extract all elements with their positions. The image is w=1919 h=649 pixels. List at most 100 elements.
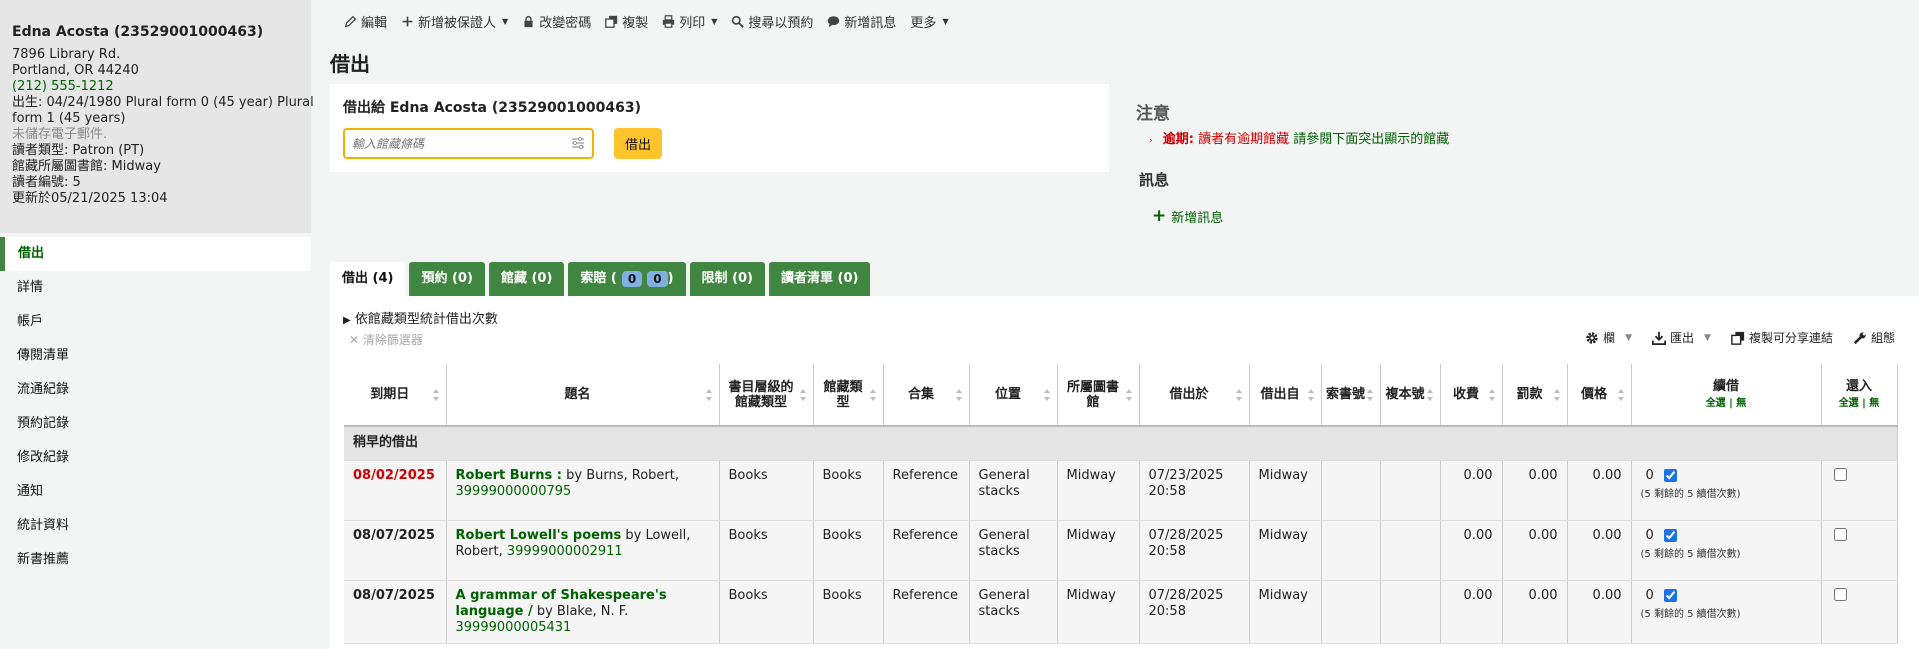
renewals-remaining: (5 剩餘的 5 續借次數) [1640, 608, 1741, 620]
nav-item-notices[interactable]: 通知 [0, 475, 311, 509]
nav-item-routing-lists[interactable]: 傳閱清單 [0, 339, 311, 373]
nav-item-holds-history[interactable]: 預約記錄 [0, 407, 311, 441]
barcode-link[interactable]: 39999000005431 [456, 620, 572, 635]
renew-checkbox[interactable] [1663, 529, 1677, 542]
renewal-count: 0 [1645, 587, 1654, 603]
duplicate-button[interactable]: 複製 [605, 12, 648, 31]
tab-checkouts-label: 借出 (4) [342, 271, 394, 286]
checkin-select-all[interactable]: 全選 | 無 [1826, 396, 1893, 411]
copy-number [1380, 520, 1441, 581]
call-number [1321, 580, 1381, 644]
checkin-cell [1821, 580, 1898, 644]
patron-address-2: Portland, OR 44240 [12, 63, 139, 78]
barcode-input[interactable] [345, 130, 565, 157]
nav-item-circulation-history[interactable]: 流通紀錄 [0, 373, 311, 407]
checkin-cell [1821, 520, 1898, 581]
add-guarantee-button[interactable]: 新增被保證人 ▼ [401, 12, 508, 31]
tab-items[interactable]: 館藏 (0) [488, 262, 565, 296]
col-due-date[interactable]: 到期日 [344, 364, 447, 427]
checkin-checkbox[interactable] [1833, 467, 1847, 481]
nav-item-modification-log[interactable]: 修改紀錄 [0, 441, 311, 475]
author: by Blake, N. F. [532, 603, 629, 619]
bullet-icon: › [1149, 136, 1153, 146]
col-collection[interactable]: 合集 [883, 364, 970, 427]
tab-restrictions-label: 限制 (0) [701, 271, 754, 286]
col-biblio-type[interactable]: 書目層級的館藏類型 [719, 364, 814, 427]
checkout-button[interactable]: 借出 [614, 128, 662, 159]
renew-select-all[interactable]: 全選 | 無 [1636, 396, 1817, 411]
col-item-type[interactable]: 館藏類型 [813, 364, 884, 427]
checkouts-table: 到期日 題名 書目層級的館藏類型 館藏類型 合集 位置 所屬圖書館 借出於 借出… [344, 364, 1898, 644]
col-checked-out-on[interactable]: 借出於 [1139, 364, 1250, 427]
renew-checkbox[interactable] [1663, 469, 1677, 482]
overdue-label: 逾期: [1162, 132, 1194, 147]
tab-restrictions[interactable]: 限制 (0) [689, 262, 766, 296]
checkin-checkbox[interactable] [1833, 587, 1847, 601]
due-date: 08/02/2025 [344, 460, 447, 521]
tab-claims[interactable]: 索賠 ( 0 0 ) [568, 262, 686, 296]
patron-library: 館藏所屬圖書館: Midway [12, 159, 161, 174]
claims-badge-2: 0 [647, 271, 668, 287]
patron-phone[interactable]: (212) 555-1212 [12, 79, 311, 95]
nav-item-suggestions[interactable]: 新書推薦 [0, 543, 311, 577]
nav-item-account[interactable]: 帳戶 [0, 305, 311, 339]
item-type: Books [813, 520, 884, 581]
change-password-button[interactable]: 改變密碼 [522, 12, 591, 31]
settings-button[interactable]: 組態 [1853, 329, 1895, 346]
col-home-library[interactable]: 所屬圖書館 [1057, 364, 1140, 427]
tab-patron-lists[interactable]: 讀者清單 (0) [769, 262, 871, 296]
price: 0.00 [1567, 460, 1632, 521]
stats-toggle-label: 依館藏類型統計借出次數 [354, 312, 498, 327]
fine: 0.00 [1502, 460, 1568, 521]
overdue-link[interactable]: 請參閱下面突出顯示的館藏 [1293, 132, 1449, 147]
col-price[interactable]: 價格 [1567, 364, 1632, 427]
add-message-toolbar-button[interactable]: 新增訊息 [827, 12, 896, 31]
copy-icon [605, 15, 618, 28]
col-charge[interactable]: 收費 [1440, 364, 1503, 427]
col-title[interactable]: 題名 [446, 364, 720, 427]
edit-button[interactable]: 編輯 [344, 12, 387, 31]
clear-filter-button[interactable]: ✕ 清除篩選器 [349, 331, 423, 348]
tabs: 借出 (4) 預約 (0) 館藏 (0) 索賠 ( 0 0 ) 限制 (0) 讀… [330, 262, 871, 296]
tab-holds[interactable]: 預約 (0) [409, 262, 485, 296]
col-call-number[interactable]: 索書號 [1321, 364, 1381, 427]
nav-item-statistics[interactable]: 統計資料 [0, 509, 311, 543]
col-checked-out-from[interactable]: 借出自 [1249, 364, 1322, 427]
barcode-link[interactable]: 39999000002911 [507, 544, 623, 559]
table-row: 08/07/2025 Robert Lowell's poems by Lowe… [344, 520, 1898, 581]
col-collection-label: 合集 [907, 387, 934, 402]
tab-checkouts[interactable]: 借出 (4) [330, 262, 406, 296]
barcode-link[interactable]: 39999000000795 [456, 484, 572, 499]
location: General stacks [969, 460, 1058, 521]
print-button[interactable]: 列印 ▼ [662, 12, 717, 31]
stats-toggle[interactable]: ▶ 依館藏類型統計借出次數 [343, 308, 498, 327]
title-link[interactable]: Robert Burns : [456, 468, 563, 483]
attention-title: 注意 [1136, 104, 1170, 124]
col-fine[interactable]: 罰款 [1502, 364, 1568, 427]
more-dropdown[interactable]: 更多 ▼ [910, 12, 948, 31]
col-charge-label: 收費 [1452, 387, 1479, 402]
nav-item-checkout[interactable]: 借出 [0, 237, 311, 271]
columns-button[interactable]: 欄 ▼ [1585, 329, 1632, 346]
col-checked-out-from-label: 借出自 [1260, 387, 1300, 402]
copy-link-button[interactable]: 複製可分享連結 [1731, 329, 1833, 346]
checkout-heading: 借出給 Edna Acosta (23529001000463) [343, 100, 642, 116]
nav-item-details[interactable]: 詳情 [0, 271, 311, 305]
checkin-checkbox[interactable] [1833, 527, 1847, 541]
barcode-field [343, 128, 594, 159]
col-location[interactable]: 位置 [969, 364, 1058, 427]
chevron-down-icon: ▼ [942, 16, 949, 26]
table-row: 08/07/2025 A grammar of Shakespeare's la… [344, 580, 1898, 644]
checkin-cell [1821, 460, 1898, 521]
settings-label: 組態 [1870, 331, 1895, 345]
tab-items-label: 館藏 (0) [500, 271, 553, 286]
title-cell: A grammar of Shakespeare's language / by… [446, 580, 720, 644]
renew-checkbox[interactable] [1663, 589, 1677, 602]
add-message-link[interactable]: + 新增訊息 [1152, 207, 1223, 227]
call-number [1321, 460, 1381, 521]
sliders-icon[interactable] [571, 136, 585, 150]
search-to-hold-button[interactable]: 搜尋以預約 [731, 12, 813, 31]
export-button[interactable]: 匯出 ▼ [1652, 329, 1711, 346]
title-link[interactable]: Robert Lowell's poems [456, 528, 622, 543]
col-copy-number[interactable]: 複本號 [1380, 364, 1441, 427]
